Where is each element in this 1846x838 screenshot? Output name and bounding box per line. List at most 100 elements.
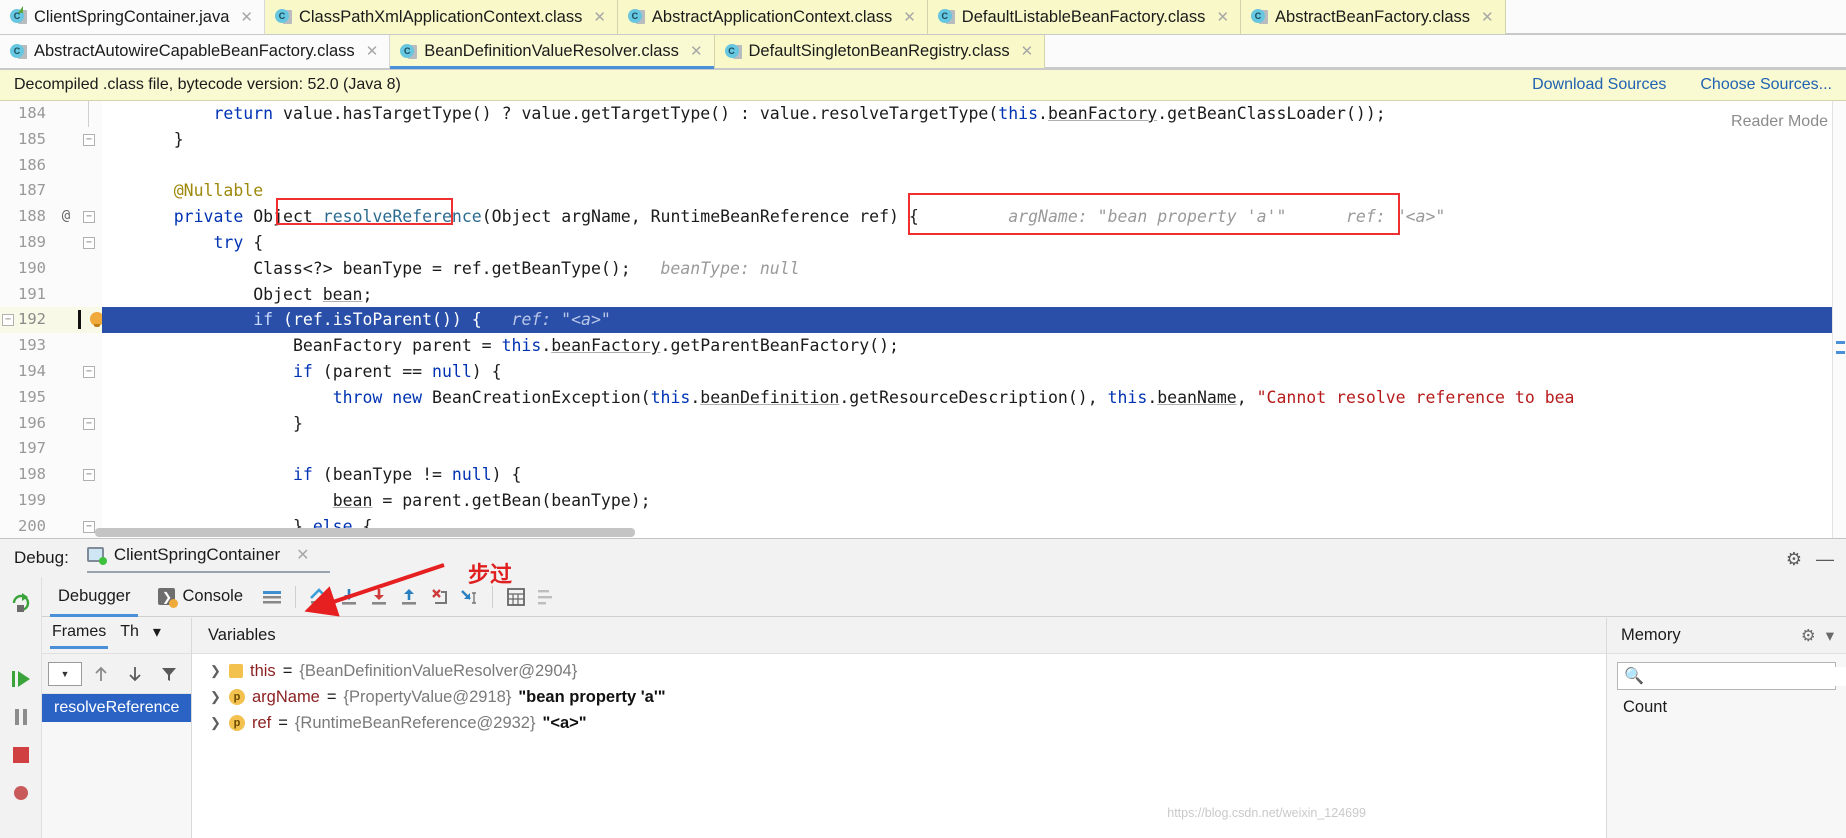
code-line[interactable]: 197 <box>0 436 1846 463</box>
editor-marker-strip[interactable] <box>1832 101 1846 539</box>
code-line[interactable]: 187 @Nullable <box>0 178 1846 205</box>
mute-breakpoints-icon[interactable] <box>9 781 33 805</box>
fold-column[interactable]: − <box>76 358 102 385</box>
chevron-right-icon[interactable]: ❯ <box>210 689 222 705</box>
variable-row-ref[interactable]: ❯ p ref = {RuntimeBeanReference@2932} "<… <box>192 710 1606 736</box>
tab-threads[interactable]: Th <box>118 623 141 649</box>
editor-tab-defaultsingletonbeanregistry[interactable]: C DefaultSingletonBeanRegistry.class ✕ <box>714 35 1046 68</box>
chevron-down-icon[interactable]: ▾ <box>151 622 163 650</box>
fold-collapse-icon[interactable]: − <box>83 133 95 146</box>
override-marker[interactable]: @ <box>56 204 76 230</box>
code-lines[interactable]: 184 return value.hasTargetType() ? value… <box>0 101 1846 539</box>
tab-debugger[interactable]: Debugger <box>44 577 144 617</box>
code-editor[interactable]: Reader Mode 184 return value.hasTargetTy… <box>0 101 1846 539</box>
code-line[interactable]: 196 − } <box>0 410 1846 437</box>
editor-tab-classpathxmlapplicationcontext[interactable]: C ClassPathXmlApplicationContext.class ✕ <box>264 0 618 34</box>
fold-column[interactable]: − <box>76 204 102 230</box>
fold-expand-icon[interactable]: − <box>83 469 95 482</box>
download-sources-link[interactable]: Download Sources <box>1532 76 1666 94</box>
code-line[interactable]: 190 Class<?> beanType = ref.getBeanType(… <box>0 255 1846 282</box>
memory-search-field[interactable]: 🔍 <box>1617 662 1846 690</box>
filter-icon[interactable] <box>154 660 184 688</box>
editor-horizontal-scrollbar[interactable] <box>95 528 635 537</box>
editor-tab-abstractautowirecapablebeanfactory[interactable]: C AbstractAutowireCapableBeanFactory.cla… <box>0 35 391 68</box>
editor-tab-beandefinitionvalueresolver[interactable]: C BeanDefinitionValueResolver.class ✕ <box>390 35 715 69</box>
close-icon[interactable]: ✕ <box>593 10 606 25</box>
fold-expand-icon[interactable]: − <box>2 314 14 327</box>
resume-program-icon[interactable] <box>9 667 33 691</box>
fold-column[interactable] <box>76 333 102 359</box>
fold-column[interactable] <box>76 487 102 514</box>
chevron-right-icon[interactable]: ❯ <box>210 663 222 679</box>
tab-frames[interactable]: Frames <box>50 623 109 649</box>
breakpoint-column[interactable] <box>76 307 104 334</box>
code-line[interactable]: 194 − if (parent == null) { <box>0 358 1846 385</box>
chevron-right-icon[interactable]: ❯ <box>210 715 222 731</box>
close-icon[interactable]: ✕ <box>1021 44 1034 59</box>
close-icon[interactable]: ✕ <box>690 44 703 59</box>
code-line[interactable]: 188 @ − private Object resolveReference(… <box>0 204 1846 230</box>
fold-column[interactable] <box>76 281 102 308</box>
fold-column[interactable]: − <box>76 410 102 437</box>
close-icon[interactable]: ✕ <box>240 10 253 25</box>
close-icon[interactable]: ✕ <box>296 545 309 565</box>
minimize-icon[interactable]: — <box>1816 549 1834 570</box>
drop-frame-icon[interactable] <box>424 583 454 611</box>
fold-column[interactable] <box>76 101 102 127</box>
tab-console[interactable]: ❯ Console <box>144 577 257 617</box>
code-line-current-execution[interactable]: 192 − if (ref.isToParent()) { ref: "<a>" <box>0 307 1846 334</box>
step-into-icon[interactable] <box>364 583 394 611</box>
fold-column[interactable] <box>76 152 102 179</box>
close-icon[interactable]: ✕ <box>903 10 916 25</box>
code-line[interactable]: 193 BeanFactory parent = this.beanFactor… <box>0 333 1846 359</box>
fold-column[interactable] <box>76 178 102 205</box>
gear-icon[interactable]: ⚙ <box>1786 549 1802 570</box>
pause-program-icon[interactable] <box>9 705 33 729</box>
memory-search-input[interactable] <box>1649 666 1846 686</box>
close-icon[interactable]: ✕ <box>1216 10 1229 25</box>
up-arrow-icon[interactable] <box>86 660 116 688</box>
fold-collapse-icon[interactable]: − <box>83 417 95 430</box>
code-line[interactable]: 198 − if (beanType != null) { <box>0 462 1846 488</box>
reader-mode-label[interactable]: Reader Mode <box>1731 113 1828 131</box>
code-line[interactable]: 185 − } <box>0 126 1846 153</box>
fold-expand-icon[interactable]: − <box>83 236 95 249</box>
close-icon[interactable]: ✕ <box>1481 10 1494 25</box>
fold-collapse-icon[interactable]: − <box>83 520 95 533</box>
stop-program-icon[interactable] <box>9 743 33 767</box>
layout-settings-icon[interactable] <box>257 583 287 611</box>
fold-column[interactable] <box>76 384 102 411</box>
rerun-icon[interactable] <box>9 591 33 615</box>
fold-expand-icon[interactable]: − <box>83 211 95 224</box>
fold-expand-icon[interactable]: − <box>83 365 95 378</box>
editor-tab-defaultlistablebeanfactory[interactable]: C DefaultListableBeanFactory.class ✕ <box>927 0 1242 34</box>
sort-variables-icon[interactable] <box>531 583 561 611</box>
code-line[interactable]: 199 bean = parent.getBean(beanType); <box>0 487 1846 514</box>
step-out-icon[interactable] <box>394 583 424 611</box>
debug-session-tab[interactable]: ClientSpringContainer ✕ <box>86 545 330 573</box>
code-line[interactable]: 195 throw new BeanCreationException(this… <box>0 384 1846 411</box>
fold-column[interactable]: − <box>76 126 102 153</box>
chevron-down-icon[interactable]: ▾ <box>1826 626 1846 646</box>
show-execution-point-icon[interactable] <box>304 583 334 611</box>
step-over-icon[interactable] <box>334 583 364 611</box>
code-line[interactable]: 189 − try { <box>0 229 1846 256</box>
down-arrow-icon[interactable] <box>120 660 150 688</box>
fold-column[interactable] <box>76 255 102 282</box>
frame-list-item-selected[interactable]: resolveReference <box>42 694 191 722</box>
variable-row-argname[interactable]: ❯ p argName = {PropertyValue@2918} "bean… <box>192 684 1606 710</box>
code-line[interactable]: 184 return value.hasTargetType() ? value… <box>0 101 1846 127</box>
variable-row-this[interactable]: ❯ this = {BeanDefinitionValueResolver@29… <box>192 658 1606 684</box>
fold-column[interactable] <box>76 436 102 463</box>
code-line[interactable]: 191 Object bean; <box>0 281 1846 308</box>
code-line[interactable]: 186 <box>0 152 1846 179</box>
editor-tab-abstractapplicationcontext[interactable]: C AbstractApplicationContext.class ✕ <box>617 0 928 34</box>
fold-column[interactable]: − <box>76 229 102 256</box>
close-icon[interactable]: ✕ <box>366 44 379 59</box>
fold-column[interactable]: − <box>76 462 102 488</box>
thread-selector-dropdown[interactable]: ▼ <box>48 661 82 686</box>
editor-tab-abstractbeanfactory[interactable]: C AbstractBeanFactory.class ✕ <box>1241 0 1506 34</box>
memory-settings-icon[interactable]: ⚙ <box>1801 626 1816 646</box>
editor-tab-client-spring-container[interactable]: C ClientSpringContainer.java ✕ <box>0 0 265 34</box>
choose-sources-link[interactable]: Choose Sources... <box>1700 76 1832 94</box>
